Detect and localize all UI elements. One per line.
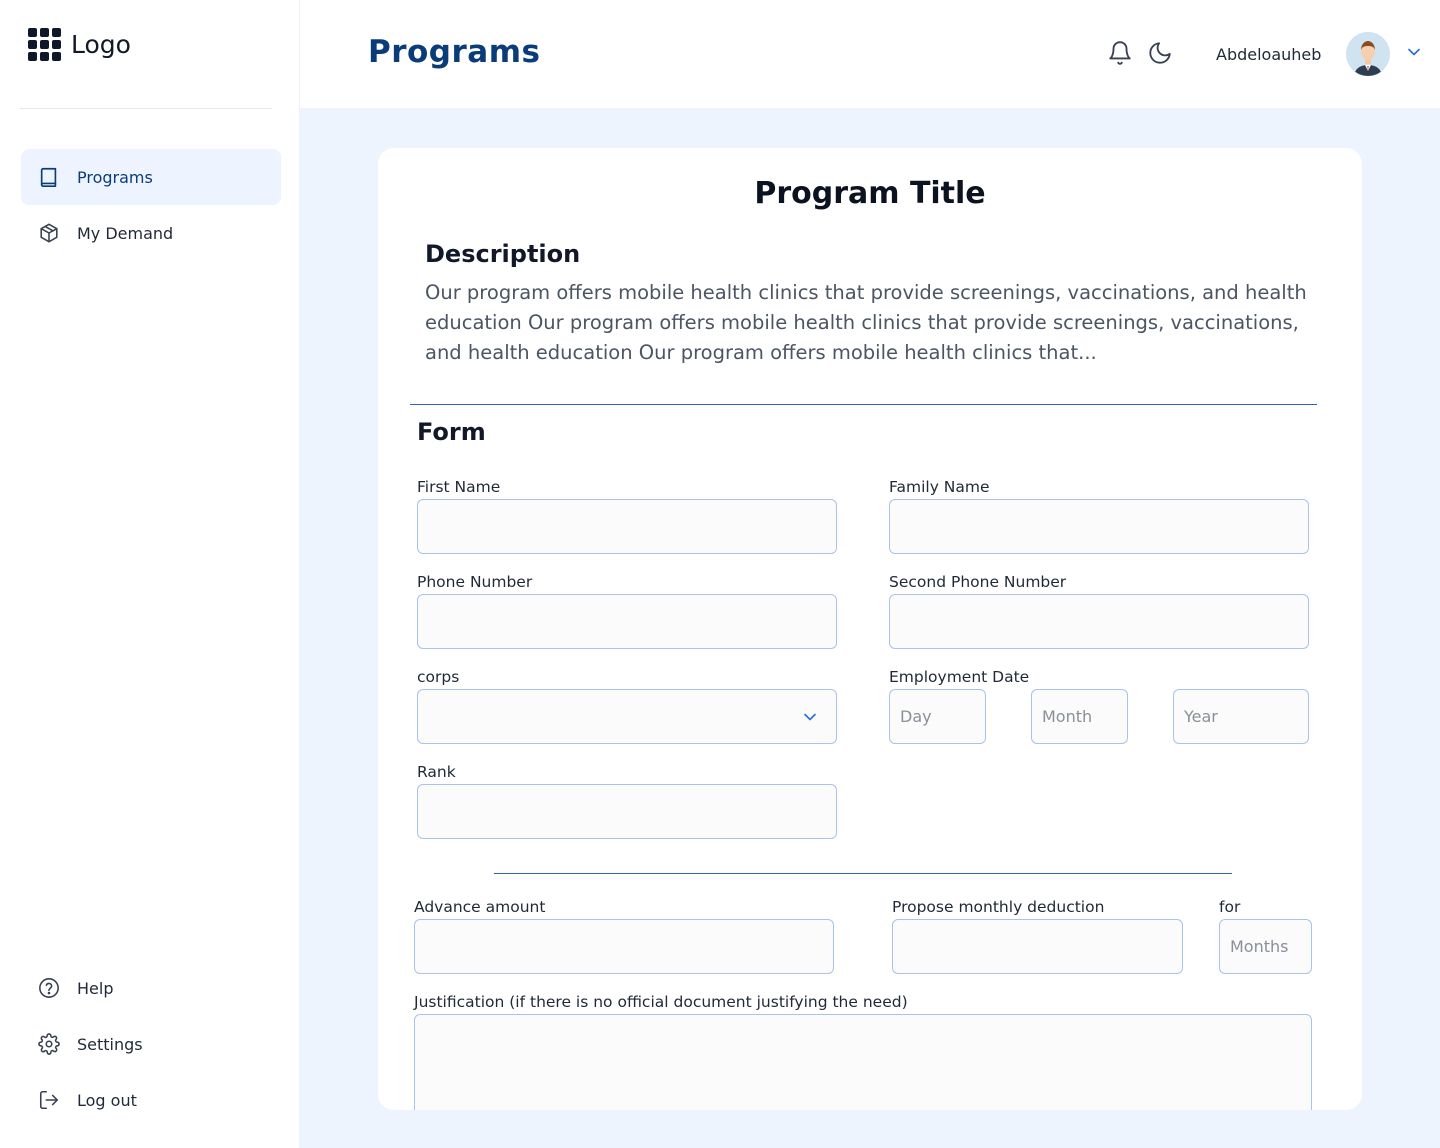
rank-label: Rank xyxy=(417,763,456,781)
bell-icon[interactable] xyxy=(1107,40,1133,66)
months-field[interactable] xyxy=(1219,919,1312,974)
sidebar-item-label: Log out xyxy=(77,1090,137,1110)
second-phone-label: Second Phone Number xyxy=(889,573,1067,591)
corps-select[interactable] xyxy=(417,689,837,744)
chevron-down-icon[interactable] xyxy=(1404,42,1424,62)
moon-icon[interactable] xyxy=(1147,40,1173,66)
logout-icon xyxy=(37,1088,61,1112)
help-circle-icon xyxy=(37,976,61,1000)
second-phone-field[interactable] xyxy=(889,594,1309,649)
form-divider xyxy=(494,873,1232,874)
description-label: Description xyxy=(425,240,581,268)
first-name-label: First Name xyxy=(417,478,501,496)
program-title: Program Title xyxy=(754,176,986,211)
main-content: Program Title Description Our program of… xyxy=(300,108,1440,1148)
monthly-deduction-label: Propose monthly deduction xyxy=(892,898,1105,916)
avatar[interactable] xyxy=(1346,32,1390,76)
phone-field[interactable] xyxy=(417,594,837,649)
sidebar-item-label: My Demand xyxy=(77,223,174,243)
advance-amount-field[interactable] xyxy=(414,919,834,974)
advance-amount-label: Advance amount xyxy=(414,898,546,916)
package-icon xyxy=(37,221,61,245)
sidebar: Logo Programs My Demand Help Settings Lo… xyxy=(0,0,300,1148)
phone-label: Phone Number xyxy=(417,573,533,591)
for-label: for xyxy=(1219,898,1241,916)
monthly-deduction-field[interactable] xyxy=(892,919,1183,974)
sidebar-divider xyxy=(20,108,272,109)
justification-label: Justification (if there is no official d… xyxy=(414,993,908,1011)
page-title: Programs xyxy=(368,34,541,70)
sidebar-item-label: Programs xyxy=(77,167,153,187)
justification-textarea[interactable] xyxy=(414,1014,1312,1110)
rank-field[interactable] xyxy=(417,784,837,839)
sidebar-item-settings[interactable]: Settings xyxy=(21,1016,281,1072)
gear-icon xyxy=(37,1032,61,1056)
sidebar-item-label: Settings xyxy=(77,1034,143,1054)
first-name-field[interactable] xyxy=(417,499,837,554)
sidebar-item-my-demand[interactable]: My Demand xyxy=(21,205,281,261)
employment-day-field[interactable] xyxy=(889,689,986,744)
section-divider xyxy=(410,404,1317,405)
form-title: Form xyxy=(417,418,486,446)
logo-grid-icon xyxy=(28,28,61,61)
employment-month-field[interactable] xyxy=(1031,689,1128,744)
family-name-field[interactable] xyxy=(889,499,1309,554)
logo-text: Logo xyxy=(71,30,131,59)
sidebar-item-programs[interactable]: Programs xyxy=(21,149,281,205)
corps-label: corps xyxy=(417,668,460,686)
top-header: Programs Abdeloauheb xyxy=(300,0,1440,108)
sidebar-item-label: Help xyxy=(77,978,114,998)
family-name-label: Family Name xyxy=(889,478,990,496)
sidebar-item-logout[interactable]: Log out xyxy=(21,1072,281,1128)
logo[interactable]: Logo xyxy=(28,28,131,61)
employment-year-field[interactable] xyxy=(1173,689,1309,744)
description-text: Our program offers mobile health clinics… xyxy=(425,281,1307,364)
user-name[interactable]: Abdeloauheb xyxy=(1216,45,1321,64)
sidebar-item-help[interactable]: Help xyxy=(21,960,281,1016)
book-icon xyxy=(37,165,61,189)
employment-date-label: Employment Date xyxy=(889,668,1030,686)
program-card: Program Title Description Our program of… xyxy=(378,148,1362,1110)
